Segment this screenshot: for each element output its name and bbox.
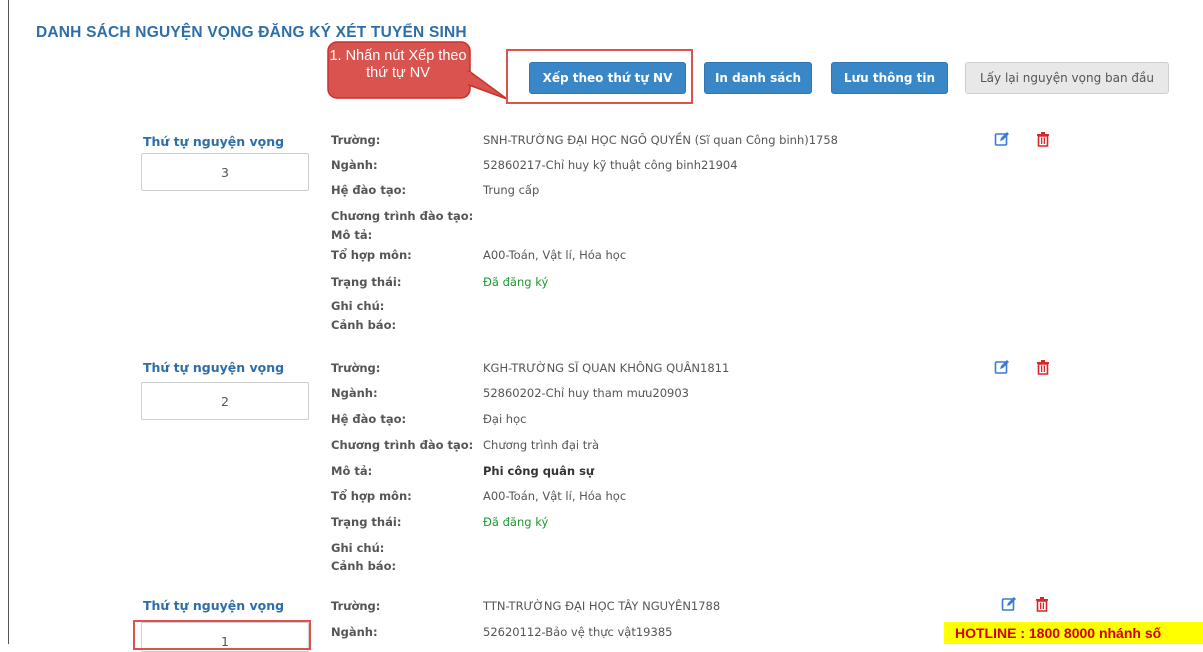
- subjects-value: A00-Toán, Vật lí, Hóa học: [483, 248, 627, 262]
- school-value: TTN-TRƯỜNG ĐẠI HỌC TÂY NGUYÊN1788: [483, 599, 721, 613]
- note-label: Ghi chú:: [331, 299, 385, 313]
- instruction-callout: 1. Nhấn nút Xếp theo thứ tự NV: [327, 41, 508, 100]
- level-value: Đại học: [483, 412, 527, 426]
- print-list-button[interactable]: In danh sách: [704, 62, 812, 94]
- edit-icon[interactable]: [1001, 596, 1017, 612]
- edit-icon[interactable]: [994, 359, 1010, 375]
- school-label: Trường:: [331, 133, 381, 147]
- trash-icon[interactable]: [1034, 596, 1050, 612]
- level-label: Hệ đào tạo:: [331, 412, 407, 426]
- trash-icon[interactable]: [1035, 131, 1051, 147]
- subjects-label: Tổ hợp môn:: [331, 489, 412, 503]
- status-label: Trạng thái:: [331, 275, 402, 289]
- rank-input[interactable]: 3: [141, 153, 309, 191]
- status-value: Đã đăng ký: [483, 515, 549, 529]
- status-value: Đã đăng ký: [483, 275, 549, 289]
- major-value: 52860202-Chỉ huy tham mưu20903: [483, 386, 689, 400]
- hotline-banner[interactable]: HOTLINE : 1800 8000 nhánh số: [944, 622, 1203, 644]
- subjects-label: Tổ hợp môn:: [331, 248, 412, 262]
- school-label: Trường:: [331, 361, 381, 375]
- major-label: Ngành:: [331, 386, 378, 400]
- major-value: 52860217-Chỉ huy kỹ thuật công binh21904: [483, 158, 738, 172]
- rank-label: Thứ tự nguyện vọng: [143, 360, 285, 375]
- warning-label: Cảnh báo:: [331, 318, 397, 332]
- description-label: Mô tả:: [331, 228, 373, 242]
- rank-input[interactable]: 2: [141, 382, 309, 420]
- major-value: 52620112-Bảo vệ thực vật19385: [483, 625, 673, 639]
- warning-label: Cảnh báo:: [331, 559, 397, 573]
- description-label: Mô tả:: [331, 464, 373, 478]
- sort-by-order-button[interactable]: Xếp theo thứ tự NV: [529, 62, 686, 94]
- major-label: Ngành:: [331, 158, 378, 172]
- status-label: Trạng thái:: [331, 515, 402, 529]
- school-value: SNH-TRƯỜNG ĐẠI HỌC NGÔ QUYỀN (Sĩ quan Cô…: [483, 133, 838, 147]
- edit-icon[interactable]: [994, 131, 1010, 147]
- level-label: Hệ đào tạo:: [331, 183, 407, 197]
- restore-original-wishes-button[interactable]: Lấy lại nguyện vọng ban đầu: [965, 62, 1169, 94]
- save-info-button[interactable]: Lưu thông tin: [831, 62, 948, 94]
- callout-text: 1. Nhấn nút Xếp theo thứ tự NV: [329, 48, 467, 81]
- left-border: [8, 0, 9, 644]
- rank-input[interactable]: 1: [141, 622, 309, 652]
- description-value: Phi công quân sự: [483, 464, 595, 478]
- major-label: Ngành:: [331, 625, 378, 639]
- school-value: KGH-TRƯỜNG SĨ QUAN KHÔNG QUÂN1811: [483, 361, 730, 375]
- program-value: Chương trình đại trà: [483, 438, 600, 452]
- level-value: Trung cấp: [483, 183, 540, 197]
- trash-icon[interactable]: [1035, 359, 1051, 375]
- rank-label: Thứ tự nguyện vọng: [143, 134, 285, 149]
- subjects-value: A00-Toán, Vật lí, Hóa học: [483, 489, 627, 503]
- page-title: DANH SÁCH NGUYỆN VỌNG ĐĂNG KÝ XÉT TUYỂN …: [36, 24, 467, 41]
- school-label: Trường:: [331, 599, 381, 613]
- program-label: Chương trình đào tạo:: [331, 209, 474, 223]
- program-label: Chương trình đào tạo:: [331, 438, 474, 452]
- rank-label: Thứ tự nguyện vọng: [143, 598, 285, 613]
- note-label: Ghi chú:: [331, 541, 385, 555]
